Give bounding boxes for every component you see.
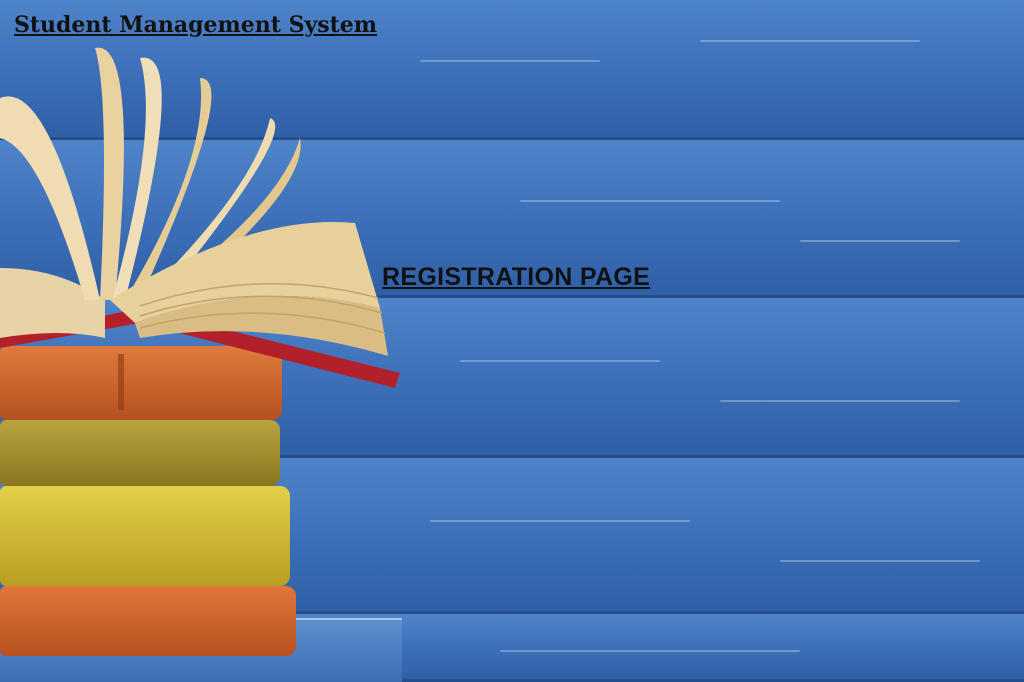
- open-book-illustration: [0, 47, 400, 388]
- app-title: Student Management System: [14, 12, 378, 38]
- book-orange-bottom: [0, 586, 296, 656]
- book-yellow: [0, 486, 290, 586]
- background-image: [0, 0, 1024, 682]
- page-heading: REGISTRATION PAGE: [382, 263, 651, 291]
- book-olive: [0, 420, 280, 486]
